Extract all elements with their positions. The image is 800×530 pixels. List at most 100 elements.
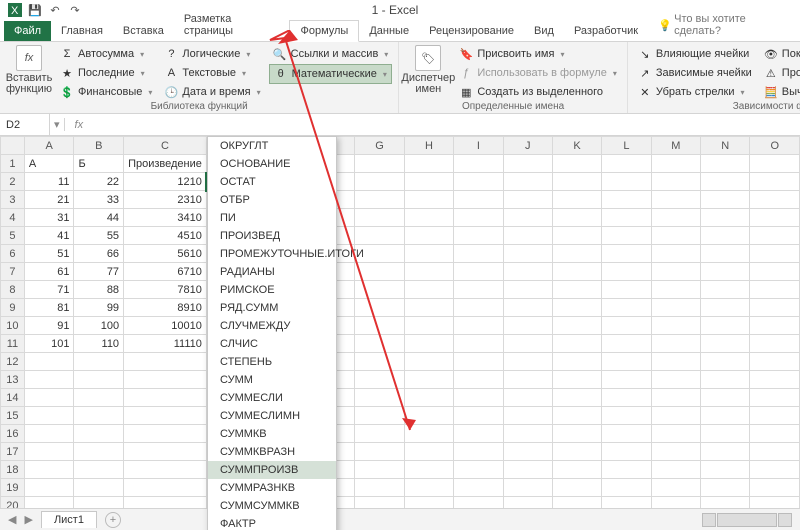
col-header[interactable]: H [404, 137, 453, 155]
cell[interactable] [701, 479, 750, 497]
menu-item[interactable]: СЛЧИС [208, 335, 336, 353]
cell[interactable] [454, 245, 503, 263]
cell[interactable]: 88 [74, 281, 124, 299]
row-header[interactable]: 16 [1, 425, 25, 443]
cell[interactable] [454, 461, 503, 479]
cell[interactable] [124, 389, 207, 407]
horizontal-scrollbar[interactable] [702, 513, 792, 527]
cell[interactable] [602, 155, 651, 173]
row-header[interactable]: 18 [1, 461, 25, 479]
cell[interactable] [24, 443, 74, 461]
row-header[interactable]: 7 [1, 263, 25, 281]
cell[interactable] [602, 209, 651, 227]
cell[interactable] [454, 389, 503, 407]
cell[interactable]: 10010 [124, 317, 207, 335]
cell[interactable] [454, 227, 503, 245]
insert-function-button[interactable]: fx Вставить функцию [6, 45, 52, 101]
cell[interactable] [750, 461, 800, 479]
row-header[interactable]: 12 [1, 353, 25, 371]
cell[interactable] [24, 479, 74, 497]
cell[interactable]: 22 [74, 173, 124, 191]
cell[interactable] [701, 389, 750, 407]
cell[interactable] [552, 281, 601, 299]
row-header[interactable]: 19 [1, 479, 25, 497]
cell[interactable] [750, 227, 800, 245]
cell[interactable] [355, 191, 404, 209]
menu-item[interactable]: ПИ [208, 209, 336, 227]
cell[interactable] [552, 191, 601, 209]
cell[interactable] [750, 191, 800, 209]
cell[interactable] [651, 443, 700, 461]
cell[interactable] [355, 335, 404, 353]
menu-item[interactable]: ОСТАТ [208, 173, 336, 191]
cell[interactable] [503, 281, 552, 299]
financial-button[interactable]: 💲Финансовые▾ [56, 83, 156, 101]
menu-item[interactable]: СУММКВРАЗН [208, 443, 336, 461]
cell[interactable]: 8910 [124, 299, 207, 317]
cell[interactable] [74, 443, 124, 461]
col-header[interactable]: J [503, 137, 552, 155]
remove-arrows-button[interactable]: ✕Убрать стрелки▾ [634, 83, 756, 101]
cell[interactable] [602, 299, 651, 317]
row-header[interactable]: 17 [1, 443, 25, 461]
cell[interactable] [24, 407, 74, 425]
cell[interactable] [454, 479, 503, 497]
cell[interactable] [355, 461, 404, 479]
cell[interactable] [750, 353, 800, 371]
cell[interactable] [454, 281, 503, 299]
cell[interactable] [454, 443, 503, 461]
cell[interactable] [552, 299, 601, 317]
cell[interactable] [454, 299, 503, 317]
col-header[interactable]: B [74, 137, 124, 155]
menu-item[interactable]: РЯД.СУММ [208, 299, 336, 317]
cell[interactable] [124, 461, 207, 479]
cell[interactable]: Произведение [124, 155, 207, 173]
cell[interactable] [750, 317, 800, 335]
tab-file[interactable]: Файл [4, 21, 51, 41]
autosum-button[interactable]: ΣАвтосумма▾ [56, 45, 156, 63]
cell[interactable] [651, 461, 700, 479]
cell[interactable] [355, 209, 404, 227]
cell[interactable] [404, 299, 453, 317]
cell[interactable] [750, 407, 800, 425]
cell[interactable] [124, 425, 207, 443]
tell-me-search[interactable]: 💡 Что вы хотите сделать? [648, 9, 800, 41]
cell[interactable] [750, 173, 800, 191]
cell[interactable] [602, 245, 651, 263]
tab-review[interactable]: Рецензирование [419, 21, 524, 41]
cell[interactable] [404, 353, 453, 371]
cell[interactable] [651, 209, 700, 227]
cell[interactable] [602, 173, 651, 191]
cell[interactable] [355, 317, 404, 335]
cell[interactable] [24, 371, 74, 389]
cell[interactable] [701, 173, 750, 191]
cell[interactable] [503, 353, 552, 371]
cell[interactable] [552, 443, 601, 461]
cell[interactable] [552, 335, 601, 353]
menu-item[interactable]: СУММЕСЛИ [208, 389, 336, 407]
row-header[interactable]: 10 [1, 317, 25, 335]
cell[interactable] [503, 227, 552, 245]
cell[interactable]: 21 [24, 191, 74, 209]
col-header[interactable]: N [701, 137, 750, 155]
row-header[interactable]: 3 [1, 191, 25, 209]
cell[interactable] [404, 173, 453, 191]
redo-icon[interactable]: ↷ [68, 3, 82, 17]
cell[interactable] [701, 371, 750, 389]
cell[interactable] [355, 479, 404, 497]
cell[interactable] [454, 173, 503, 191]
cell[interactable] [651, 389, 700, 407]
cell[interactable] [701, 155, 750, 173]
cell[interactable]: 6710 [124, 263, 207, 281]
cell[interactable] [701, 281, 750, 299]
cell[interactable] [404, 263, 453, 281]
menu-item[interactable]: СУММСУММКВ [208, 497, 336, 515]
menu-item[interactable]: РИМСКОЕ [208, 281, 336, 299]
worksheet[interactable]: ABCDEFGHIJKLMNO1АБПроизведениеСум2112212… [0, 136, 800, 530]
cell[interactable] [651, 371, 700, 389]
cell[interactable] [454, 353, 503, 371]
cell[interactable] [750, 299, 800, 317]
cell[interactable] [355, 425, 404, 443]
cell[interactable] [750, 479, 800, 497]
cell[interactable] [602, 335, 651, 353]
